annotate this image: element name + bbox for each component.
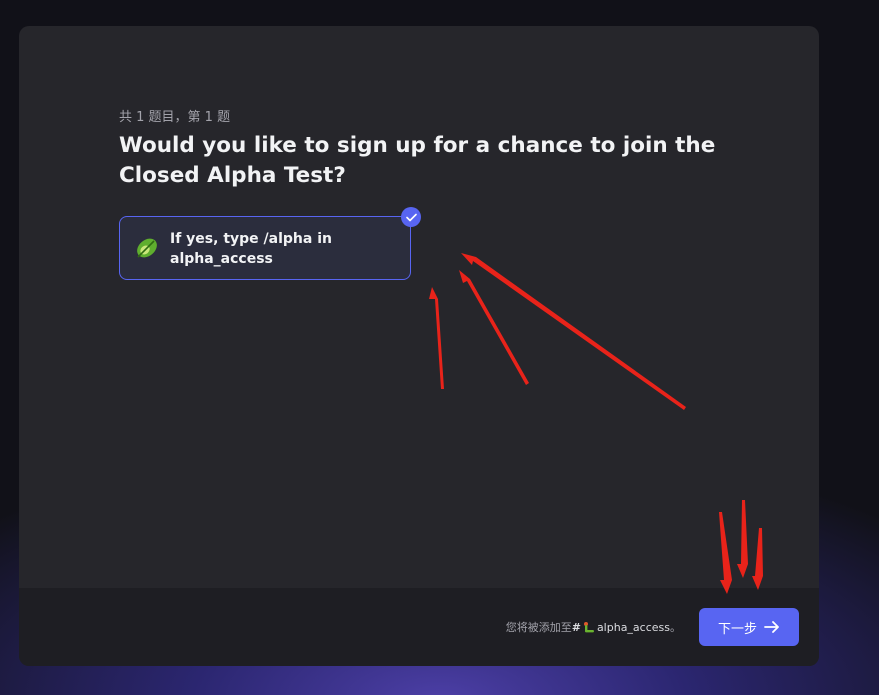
next-button-label: 下一步: [717, 620, 757, 636]
answer-option[interactable]: If yes, type /alpha in alpha_access: [119, 216, 411, 280]
channel-mention: # alpha_access: [572, 621, 670, 634]
channel-note-suffix: 。: [670, 621, 681, 634]
channel-note-prefix: 您将被添加至: [505, 621, 572, 634]
next-button[interactable]: 下一步: [699, 608, 799, 646]
channel-note: 您将被添加至 # alpha_access 。: [506, 619, 681, 635]
question-progress: 共 1 题目，第 1 题: [119, 110, 231, 125]
channel-name: alpha_access: [596, 620, 670, 634]
onboarding-modal: 共 1 题目，第 1 题 Would you like to sign up f…: [19, 26, 819, 666]
caterpillar-icon: [583, 622, 594, 633]
answer-option-label: If yes, type /alpha in alpha_access: [170, 231, 332, 267]
leaf-icon: [137, 238, 157, 258]
modal-footer: 您将被添加至 # alpha_access 。 下一步: [19, 588, 819, 666]
checkmark-icon: [401, 207, 421, 227]
question-title: Would you like to sign up for a chance t…: [119, 133, 716, 188]
channel-hash: #: [571, 620, 581, 634]
arrow-right-icon: [764, 621, 779, 633]
